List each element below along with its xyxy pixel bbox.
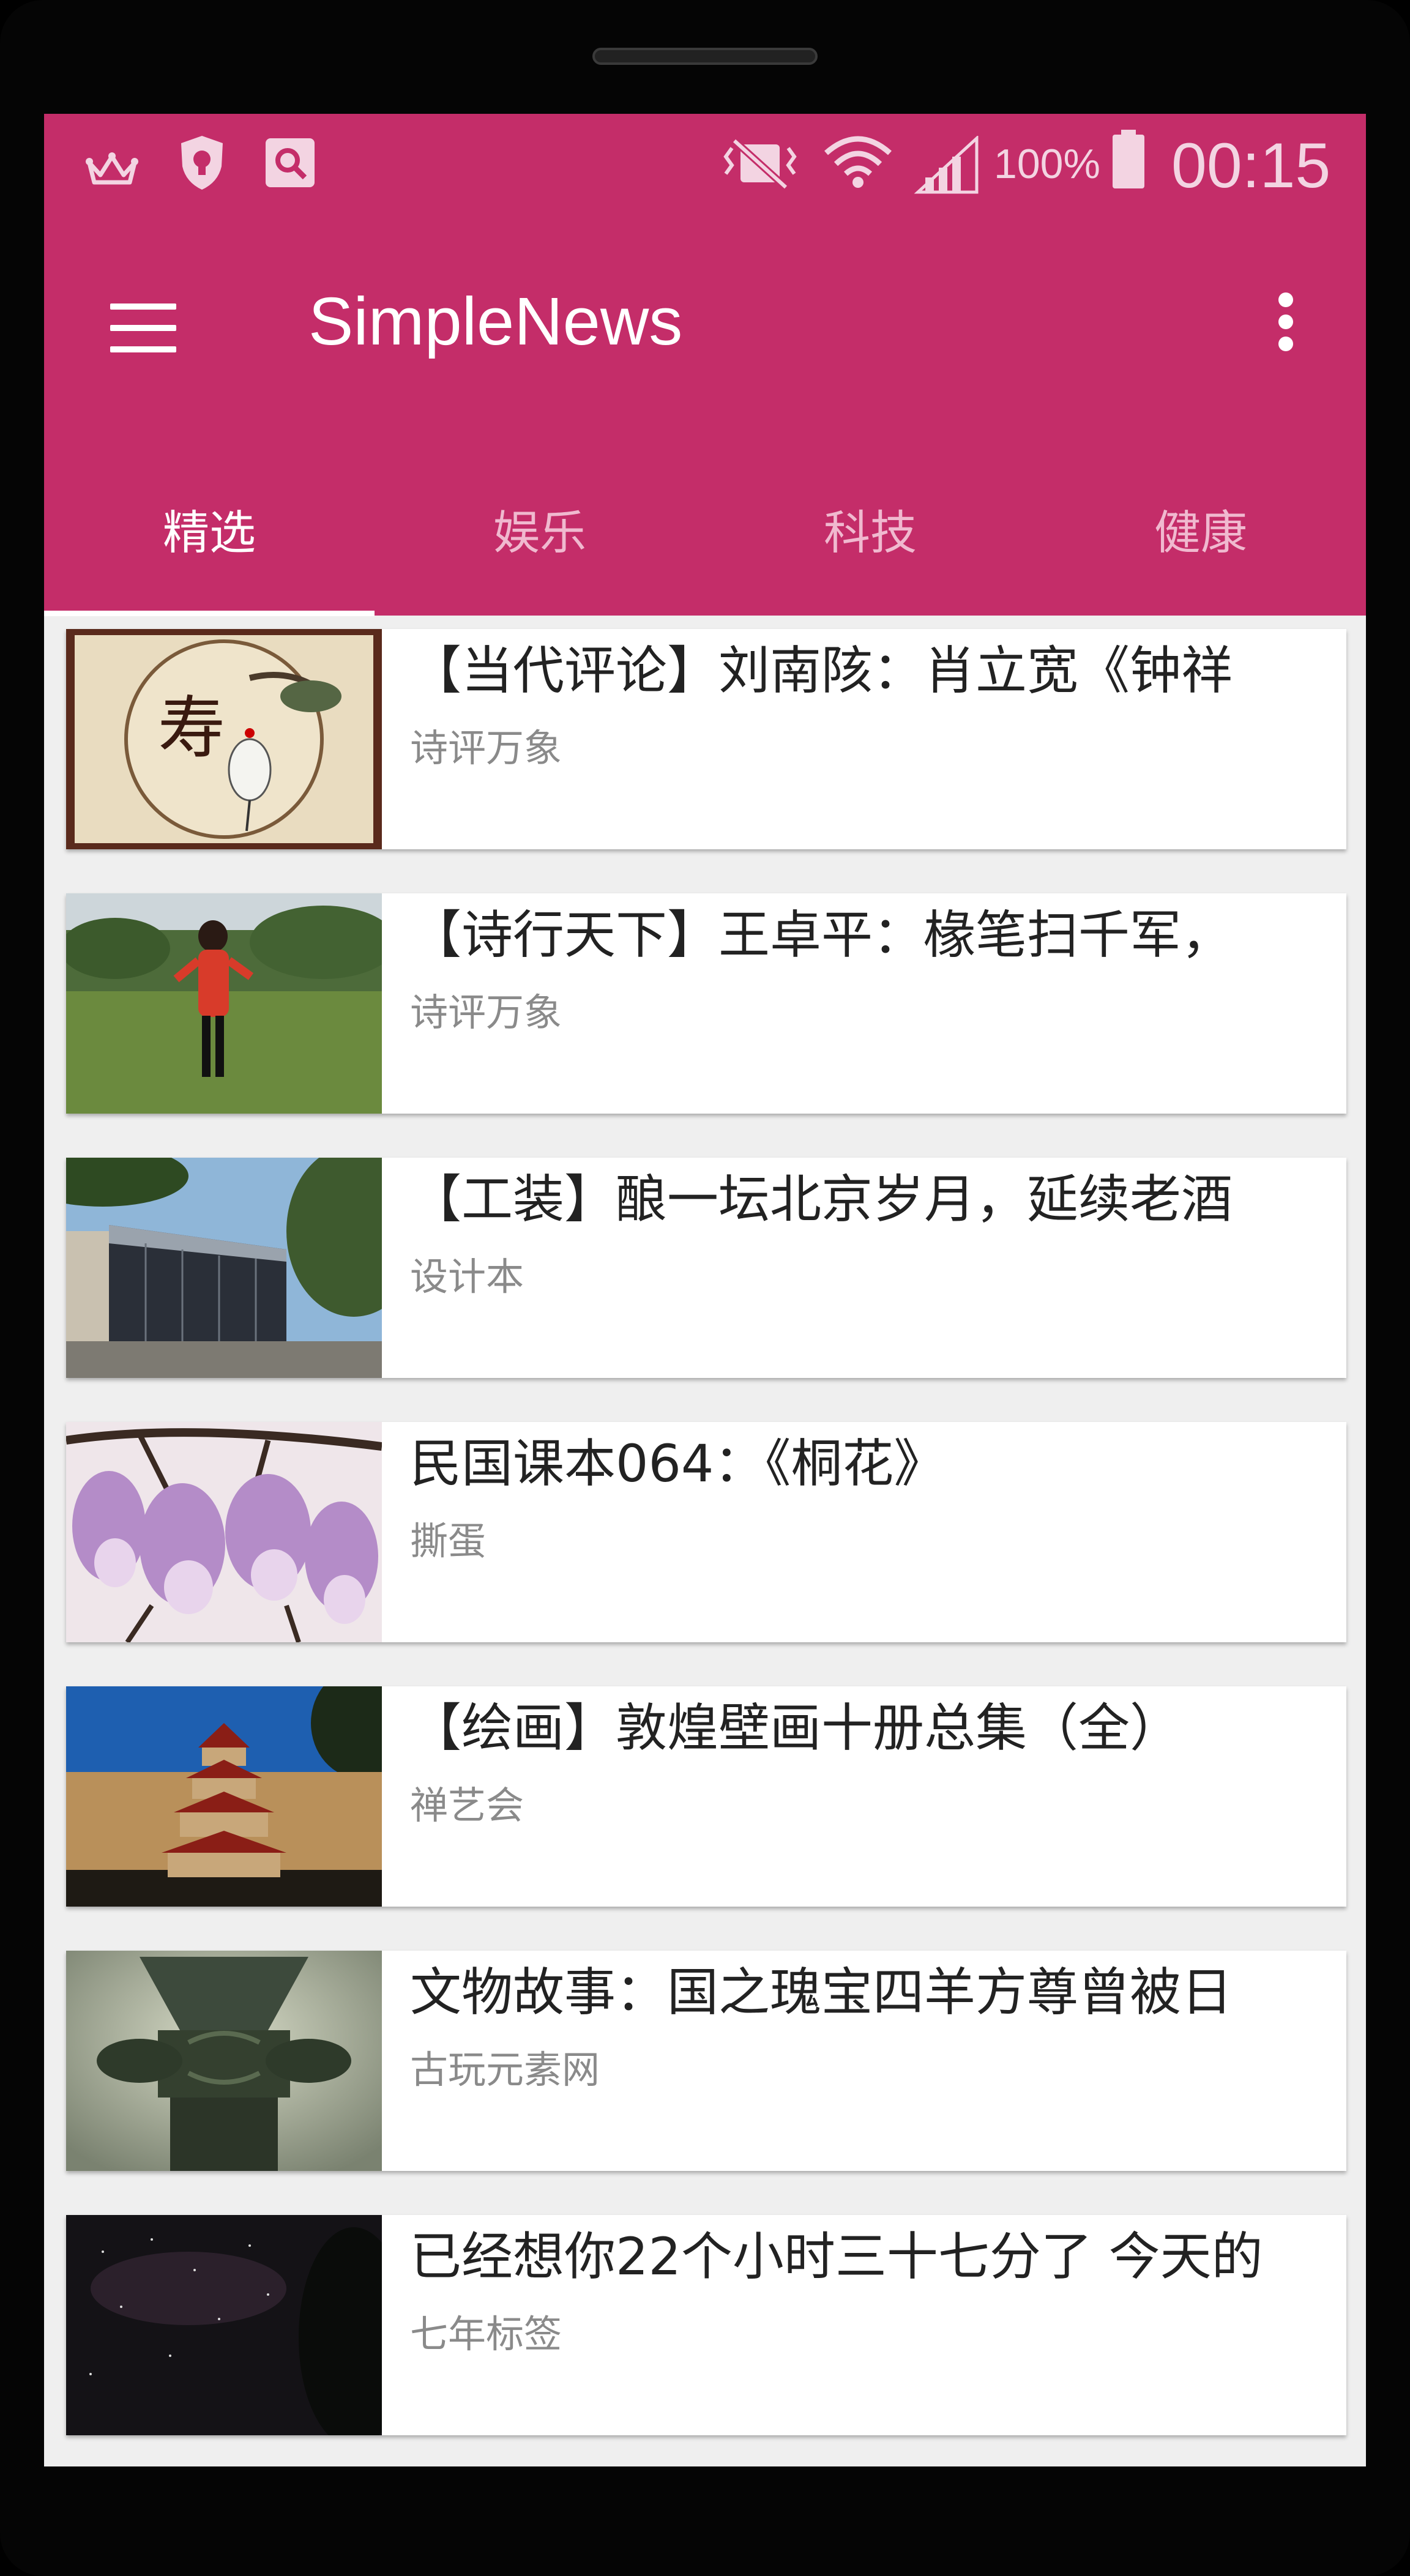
glass-building-thumbnail [66,1158,382,1378]
tab-entertainment[interactable]: 娱乐 [375,505,705,616]
phone-speaker [592,48,818,65]
app-bar: 100% 00:15 SimpleNews 精选 娱乐 科技 健康 [44,114,1366,616]
article-title: 【诗行天下】王卓平：椽笔扫千军， [410,905,1233,965]
dunhuang-pagoda-thumbnail [66,1686,382,1907]
news-card[interactable]: 【绘画】敦煌壁画十册总集（全） 禅艺会 [66,1686,1346,1907]
battery-icon [1113,130,1144,188]
paulownia-flowers-thumbnail [66,1422,382,1642]
svg-text:寿: 寿 [158,689,225,767]
app-title: SimpleNews [308,284,683,359]
tab-label: 精选 [163,505,256,560]
article-title: 已经想你22个小时三十七分了 今天的 [410,2227,1263,2287]
tab-technology[interactable]: 科技 [705,505,1035,616]
tab-indicator [44,611,375,616]
category-tabs: 精选 娱乐 科技 健康 [44,505,1366,616]
status-bar: 100% 00:15 [44,114,1366,206]
article-title: 【绘画】敦煌壁画十册总集（全） [410,1698,1182,1758]
news-card[interactable]: 已经想你22个小时三十七分了 今天的 七年标签 [66,2215,1346,2435]
article-title: 民国课本064：《桐花》 [410,1434,946,1494]
article-title: 【工装】酿一坛北京岁月，延续老酒 [410,1169,1233,1229]
article-source: 诗评万象 [410,990,562,1035]
article-source: 禅艺会 [410,1783,524,1828]
article-source: 七年标签 [410,2312,562,2356]
clock: 00:15 [1171,130,1331,201]
tab-health[interactable]: 健康 [1035,505,1366,616]
vibrate-icon [723,138,797,190]
night-sky-thumbnail [66,2215,382,2435]
article-title: 文物故事：国之瑰宝四羊方尊曾被日 [410,1962,1233,2022]
signal-icon [914,136,979,194]
tab-featured[interactable]: 精选 [44,505,375,616]
woman-in-park-thumbnail [66,893,382,1114]
article-source: 设计本 [410,1254,524,1299]
wifi-icon [824,136,892,188]
article-source: 诗评万象 [410,726,562,770]
article-source: 古玩元素网 [410,2047,600,2092]
news-card[interactable]: 民国课本064：《桐花》 撕蛋 [66,1422,1346,1642]
bronze-vessel-thumbnail [66,1951,382,2171]
news-card[interactable]: 【诗行天下】王卓平：椽笔扫千军， 诗评万象 [66,893,1346,1114]
crane-painting-thumbnail: 寿 [66,629,382,849]
search-badge-icon [266,138,315,187]
shield-icon [181,136,223,190]
toolbar: SimpleNews [44,206,1366,408]
article-source: 撕蛋 [410,1519,487,1563]
tab-label: 健康 [1154,505,1247,560]
crown-icon [86,152,138,185]
phone-frame: 100% 00:15 SimpleNews 精选 娱乐 科技 健康 寿 【当代评… [0,0,1410,2576]
battery-percent: 100% [994,141,1100,187]
tab-label: 科技 [824,505,917,560]
hamburger-menu-icon[interactable] [103,285,182,352]
more-vert-icon[interactable] [1262,279,1311,359]
news-card[interactable]: 【工装】酿一坛北京岁月，延续老酒 设计本 [66,1158,1346,1378]
app-screen: 100% 00:15 SimpleNews 精选 娱乐 科技 健康 寿 【当代评… [44,114,1366,2466]
news-card[interactable]: 文物故事：国之瑰宝四羊方尊曾被日 古玩元素网 [66,1951,1346,2171]
tab-label: 娱乐 [493,505,586,560]
news-card[interactable]: 寿 【当代评论】刘南陔：肖立宽《钟祥 诗评万象 [66,629,1346,849]
article-title: 【当代评论】刘南陔：肖立宽《钟祥 [410,641,1233,701]
